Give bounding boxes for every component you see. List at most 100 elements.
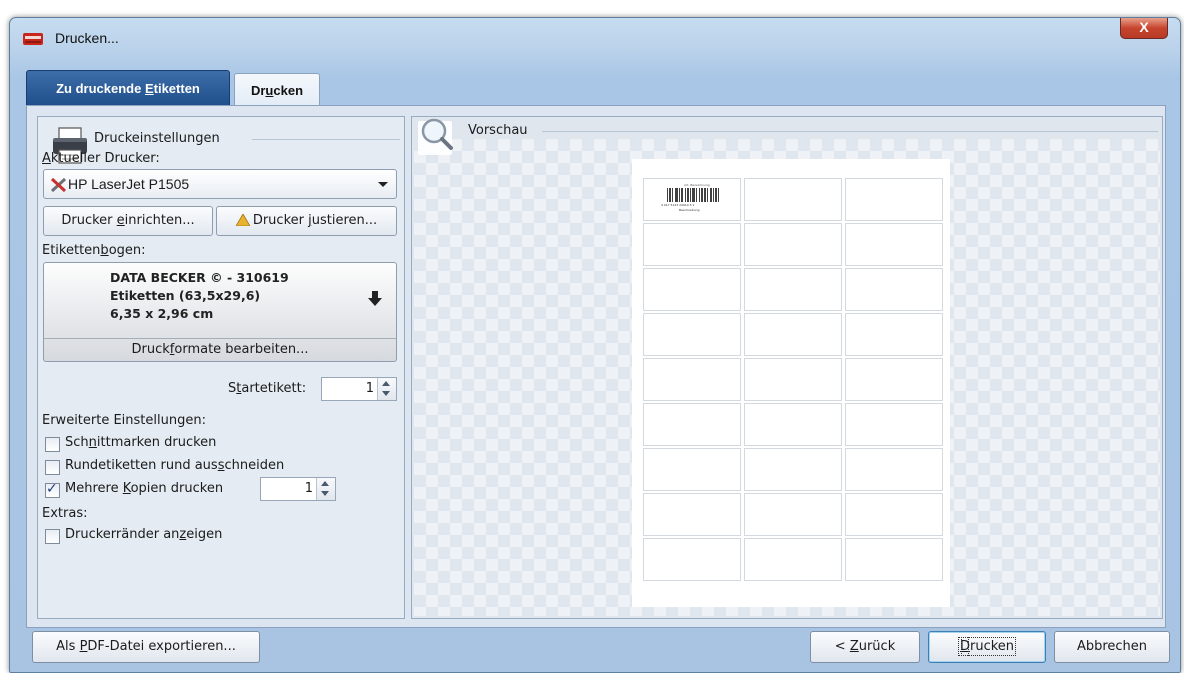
barcode-bar [707, 188, 708, 202]
label-cell: Art. Bezeichnung 4 017 5123 24010 5 1 Be… [643, 178, 741, 221]
barcode-icon [667, 188, 719, 202]
preview-page: Art. Bezeichnung 4 017 5123 24010 5 1 Be… [632, 159, 950, 607]
label-title: Art. Bezeichnung [684, 183, 710, 187]
label-cell [744, 178, 842, 221]
label-cell [744, 358, 842, 401]
tab-content: Druckeinstellungen Aktueller Drucker: HP… [26, 105, 1166, 628]
label-cell [643, 268, 741, 311]
arrow-down-icon [368, 291, 382, 306]
arrow-down-icon [321, 491, 329, 496]
crop-marks-checkbox[interactable] [45, 437, 60, 452]
label-cell [643, 538, 741, 581]
barcode-number: 4 017 5123 24010 5 1 [661, 203, 695, 207]
barcode-bar [705, 188, 706, 202]
arrow-down-icon [382, 391, 390, 396]
window-title: Drucken... [55, 30, 119, 46]
label-sheet-selector[interactable]: DATA BECKER © - 310619 Etiketten (63,5x2… [43, 262, 397, 362]
barcode-bar [677, 188, 678, 202]
adjust-printer-button[interactable]: Drucker justieren... [216, 206, 397, 236]
export-pdf-button[interactable]: Als PDF-Datei exportieren... [32, 631, 260, 663]
label-cell [744, 223, 842, 266]
copies-value: 1 [304, 481, 313, 496]
label-cell [643, 493, 741, 536]
print-button[interactable]: Drucken [928, 631, 1046, 663]
barcode-bar [713, 188, 714, 202]
back-button[interactable]: < Zurück [810, 631, 920, 663]
barcode-bar [669, 188, 670, 202]
round-cut-checkbox[interactable] [45, 460, 60, 475]
sheet-name: DATA BECKER © - 310619 [110, 270, 289, 285]
label-cell [744, 313, 842, 356]
barcode-bar [682, 188, 683, 202]
barcode-bar [672, 188, 673, 202]
printer-tools-icon [50, 177, 67, 193]
print-dialog: Drucken... X Zu druckende Etiketten Druc… [9, 17, 1181, 673]
barcode-bar [696, 188, 697, 202]
printer-margins-checkbox[interactable] [45, 529, 60, 544]
printer-select[interactable]: HP LaserJet P1505 [43, 169, 397, 199]
preview-label: Vorschau [468, 123, 528, 138]
title-bar: Drucken... X [10, 18, 1180, 54]
barcode-bar [718, 188, 719, 202]
barcode-bar [687, 188, 688, 202]
label-cell [845, 403, 943, 446]
barcode-bar [699, 188, 700, 202]
printer-margins-label[interactable]: Druckerränder anzeigen [65, 527, 222, 542]
setup-printer-button[interactable]: Drucker einrichten... [43, 206, 213, 236]
crop-marks-label[interactable]: Schnittmarken drucken [65, 435, 216, 450]
label-sheet-label: Etikettenbogen: [42, 243, 146, 258]
barcode-bar [690, 188, 691, 202]
label-grid: Art. Bezeichnung 4 017 5123 24010 5 1 Be… [643, 178, 943, 583]
barcode-bar [710, 188, 711, 202]
magnifier-icon [418, 118, 453, 155]
label-cell [643, 223, 741, 266]
barcode-bar [679, 188, 680, 202]
print-settings-group-label: Druckeinstellungen [94, 131, 220, 146]
preview-panel: Art. Bezeichnung 4 017 5123 24010 5 1 Be… [411, 116, 1163, 619]
barcode-bar [681, 188, 682, 202]
start-label-spinner[interactable]: 1 [321, 377, 397, 401]
barcode-bar [692, 188, 693, 202]
tab-print[interactable]: Drucken [234, 73, 320, 106]
label-cell [845, 358, 943, 401]
group-divider [252, 139, 400, 140]
print-settings-panel: Druckeinstellungen Aktueller Drucker: HP… [37, 116, 405, 619]
barcode-bar [676, 188, 677, 202]
barcode-bar [694, 188, 695, 202]
start-label-label: Startetikett: [228, 381, 307, 396]
label-cell [744, 403, 842, 446]
label-cell [845, 268, 943, 311]
barcode-bar [711, 188, 712, 202]
label-cell [744, 448, 842, 491]
arrow-up-icon [382, 381, 390, 386]
spinner-arrows[interactable] [377, 378, 396, 400]
barcode-bar [670, 188, 671, 202]
tab-labels-to-print[interactable]: Zu druckende Etiketten [26, 70, 230, 106]
current-printer-label: Aktueller Drucker: [42, 151, 160, 166]
group-divider [542, 131, 1158, 132]
cancel-button[interactable]: Abbrechen [1054, 631, 1170, 663]
start-label-value: 1 [365, 381, 374, 396]
label-cell [845, 448, 943, 491]
round-cut-label[interactable]: Rundetiketten rund ausschneiden [65, 458, 284, 473]
edit-print-formats-button[interactable]: Druckformate bearbeiten... [44, 338, 396, 361]
dropdown-arrow-icon [378, 182, 388, 187]
close-button[interactable]: X [1120, 18, 1168, 39]
label-cell [845, 538, 943, 581]
preview-canvas: Art. Bezeichnung 4 017 5123 24010 5 1 Be… [414, 139, 1160, 616]
label-cell [744, 493, 842, 536]
barcode-bar [675, 188, 676, 202]
barcode-bar [688, 188, 689, 202]
sheet-size: 6,35 x 2,96 cm [110, 306, 214, 321]
copies-spinner[interactable]: 1 [260, 477, 336, 501]
barcode-bar [685, 188, 686, 202]
label-cell [643, 448, 741, 491]
label-cell [744, 538, 842, 581]
sheet-format: Etiketten (63,5x29,6) [110, 288, 261, 303]
multiple-copies-label[interactable]: Mehrere Kopien drucken [65, 481, 223, 496]
label-cell [845, 178, 943, 221]
label-cell [643, 403, 741, 446]
spinner-arrows[interactable] [316, 478, 335, 500]
label-cell [643, 313, 741, 356]
multiple-copies-checkbox[interactable]: ✓ [45, 481, 60, 498]
